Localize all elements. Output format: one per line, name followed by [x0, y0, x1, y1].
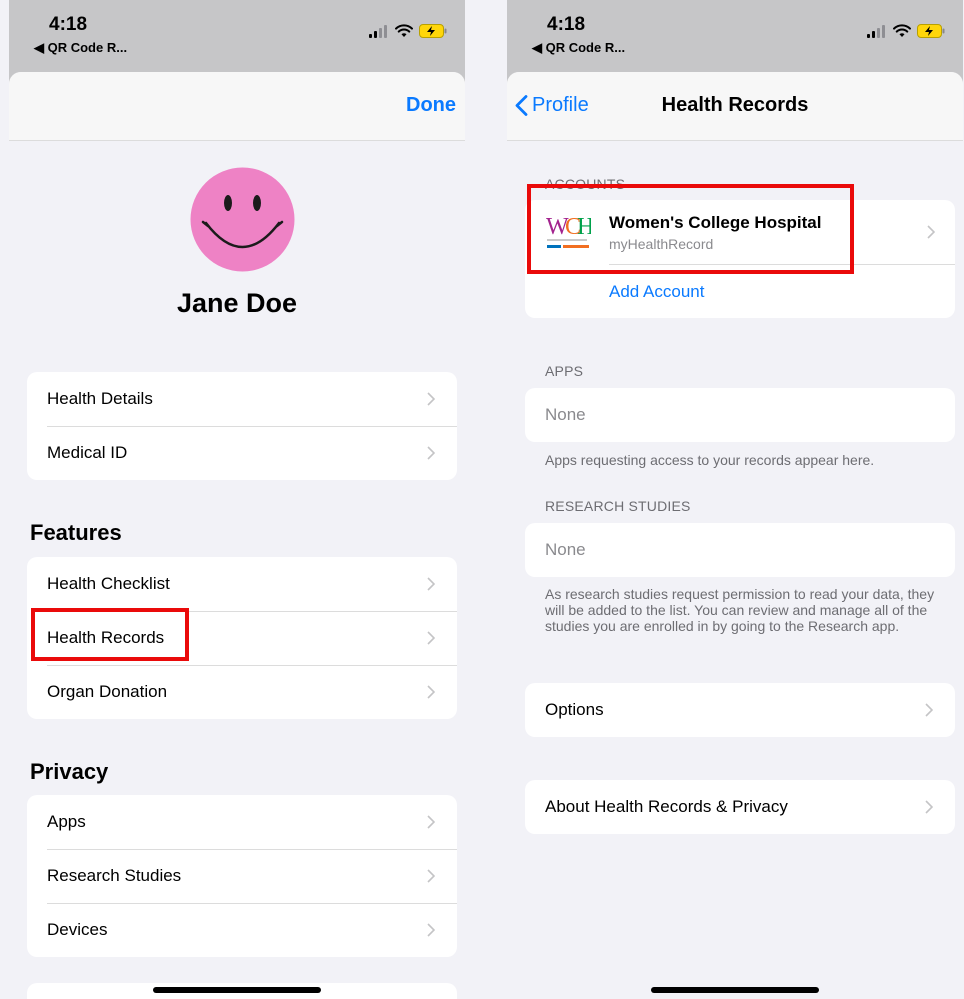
chevron-left-icon — [515, 95, 528, 116]
privacy-title: Privacy — [30, 759, 109, 784]
highlight-box — [31, 608, 189, 661]
apps-footnote: Apps requesting access to your records a… — [545, 452, 875, 468]
chevron-right-icon — [427, 869, 435, 883]
status-icons — [867, 24, 945, 38]
row-label: Organ Donation — [47, 682, 168, 701]
highlight-box — [527, 184, 854, 274]
health-profile-group: Health Details Medical ID — [27, 372, 457, 480]
chevron-right-icon — [427, 815, 435, 829]
home-indicator[interactable] — [153, 987, 321, 993]
apps-none-row: None — [525, 388, 955, 442]
row-label: Research Studies — [47, 866, 182, 885]
devices-row[interactable]: Devices — [27, 903, 457, 957]
apps-row[interactable]: Apps — [27, 795, 457, 849]
chevron-right-icon — [925, 703, 933, 717]
row-label: Options — [545, 700, 604, 719]
home-indicator[interactable] — [651, 987, 819, 993]
chevron-right-icon — [427, 446, 435, 460]
chevron-right-icon — [427, 685, 435, 699]
research-none-row: None — [525, 523, 955, 577]
features-title: Features — [30, 520, 122, 545]
status-bar: 4:18 ◀ QR Code R... — [9, 0, 465, 72]
row-label: Health Checklist — [47, 574, 170, 593]
sheet-nav-bar: Done — [9, 72, 465, 141]
done-button[interactable]: Done — [406, 94, 456, 117]
research-studies-header: RESEARCH STUDIES — [545, 498, 691, 514]
status-icons — [369, 24, 447, 38]
sheet-nav-bar: Profile Health Records — [507, 72, 963, 141]
row-label: Health Details — [47, 389, 153, 408]
wifi-icon — [395, 24, 413, 37]
profile-name: Jane Doe — [176, 288, 298, 318]
privacy-group: Apps Research Studies Devices — [27, 795, 457, 957]
research-footnote: As research studies request permission t… — [545, 586, 935, 634]
back-to-app-link[interactable]: ◀ QR Code R... — [532, 40, 625, 56]
health-records-sheet: Profile Health Records ACCOUNTS W C H Wo… — [507, 72, 963, 999]
health-checklist-row[interactable]: Health Checklist — [27, 557, 457, 611]
organ-donation-row[interactable]: Organ Donation — [27, 665, 457, 719]
back-to-app-link[interactable]: ◀ QR Code R... — [34, 40, 127, 56]
health-details-row[interactable]: Health Details — [27, 372, 457, 426]
battery-charging-icon — [917, 24, 945, 38]
research-value: None — [545, 540, 586, 559]
options-row[interactable]: Options — [525, 683, 955, 737]
back-label: Profile — [532, 94, 589, 116]
research-studies-row[interactable]: Research Studies — [27, 849, 457, 903]
row-label: Devices — [47, 920, 108, 939]
research-studies-group: None — [525, 523, 955, 577]
chevron-right-icon — [427, 631, 435, 645]
apps-header: APPS — [545, 363, 584, 379]
row-label: Medical ID — [47, 443, 128, 462]
signal-icon — [867, 24, 885, 38]
wifi-icon — [893, 24, 911, 37]
about-group: About Health Records & Privacy — [525, 780, 955, 834]
medical-id-row[interactable]: Medical ID — [27, 426, 457, 480]
apps-value: None — [545, 405, 586, 424]
add-account-button[interactable]: Add Account — [609, 282, 704, 302]
chevron-right-icon — [427, 577, 435, 591]
apps-group: None — [525, 388, 955, 442]
profile-sheet: Done Jane Doe Health Details Medical ID … — [9, 72, 465, 999]
options-group: Options — [525, 683, 955, 737]
chevron-right-icon — [427, 392, 435, 406]
back-to-profile-button[interactable]: Profile — [515, 94, 589, 117]
status-time: 4:18 — [547, 14, 586, 35]
right-phone-screen: 4:18 ◀ QR Code R... Profile Health Recor… — [507, 0, 963, 999]
battery-charging-icon — [419, 24, 447, 38]
chevron-right-icon — [427, 923, 435, 937]
status-time: 4:18 — [49, 14, 88, 35]
about-health-records-row[interactable]: About Health Records & Privacy — [525, 780, 955, 834]
chevron-right-icon — [927, 225, 935, 239]
chevron-right-icon — [925, 800, 933, 814]
row-label: About Health Records & Privacy — [545, 797, 788, 816]
smiley-avatar-icon — [190, 167, 295, 272]
signal-icon — [369, 24, 387, 38]
left-phone-screen: 4:18 ◀ QR Code R... Done Jane Doe Health… — [9, 0, 465, 999]
status-bar: 4:18 ◀ QR Code R... — [507, 0, 963, 72]
row-label: Apps — [47, 812, 86, 831]
